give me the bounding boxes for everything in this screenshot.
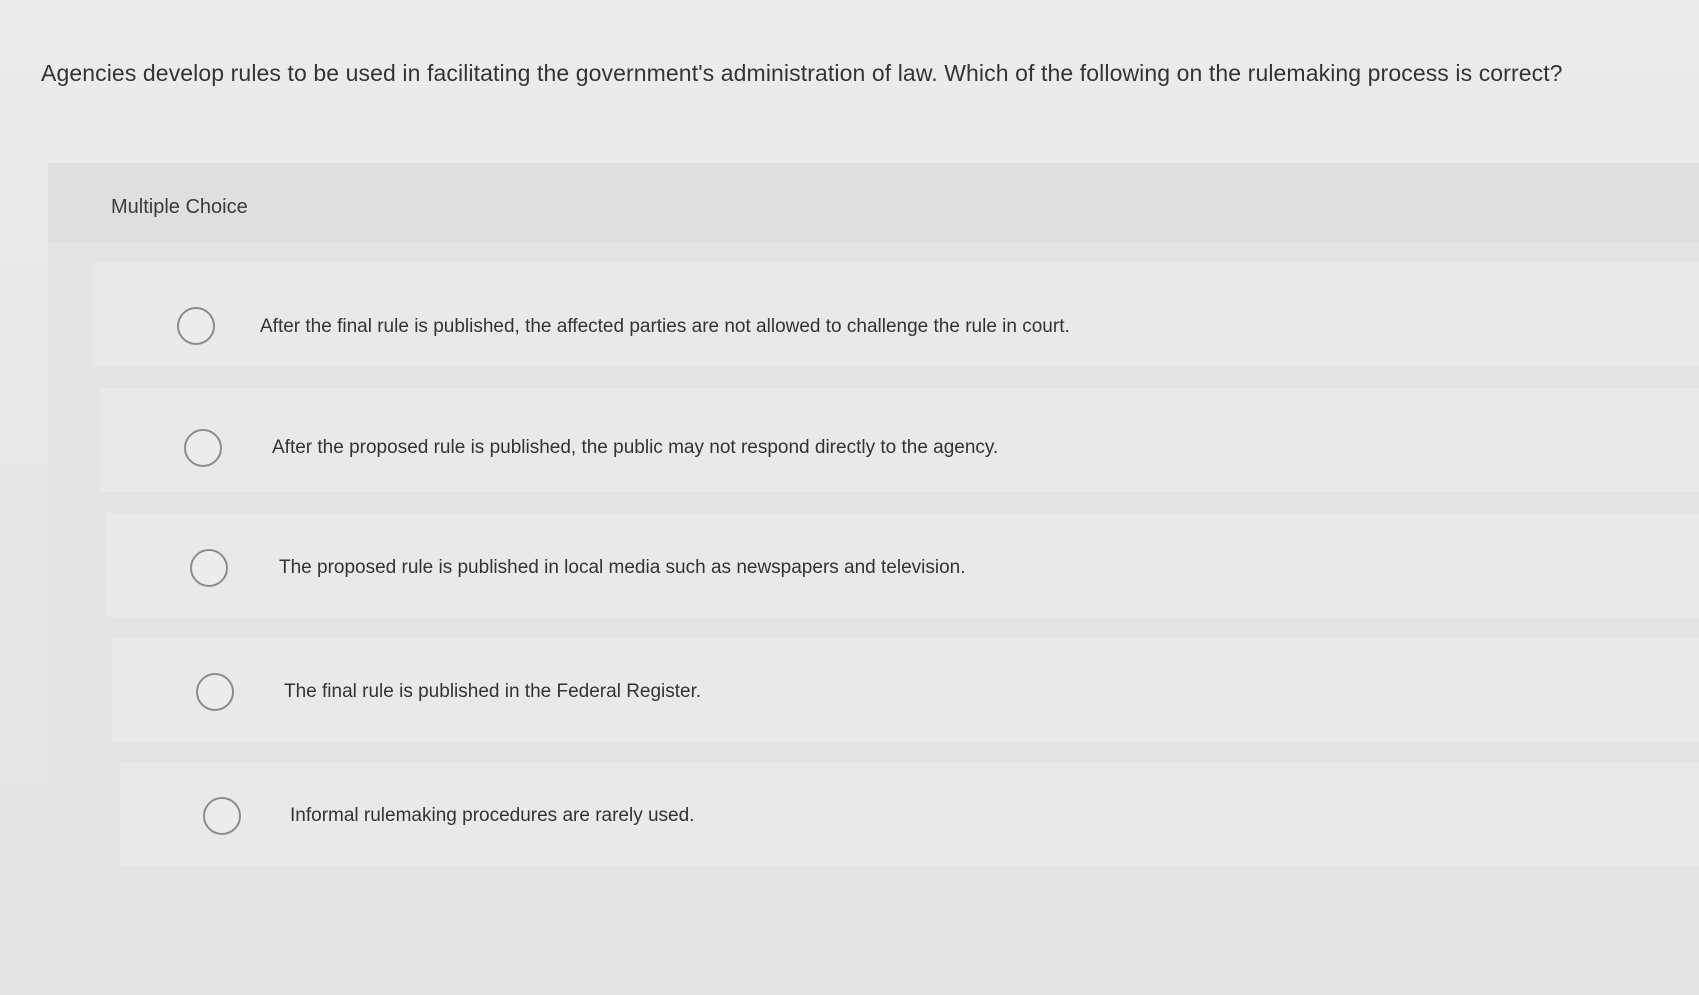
question-type-label: Multiple Choice (111, 196, 248, 218)
choice-list: After the final rule is published, the a… (48, 243, 1699, 963)
question-prompt: Agencies develop rules to be used in fac… (41, 60, 1563, 86)
answer-panel: Multiple Choice After the final rule is … (48, 163, 1699, 963)
radio-button-icon[interactable] (177, 307, 215, 345)
choice-label: The proposed rule is published in local … (279, 557, 966, 578)
panel-header: Multiple Choice (48, 163, 1699, 243)
radio-button-icon[interactable] (203, 797, 241, 835)
radio-button-icon[interactable] (190, 549, 228, 587)
choice-option-5[interactable]: Informal rulemaking procedures are rarel… (120, 763, 1699, 867)
quiz-page: Agencies develop rules to be used in fac… (0, 0, 1699, 995)
choice-label: The final rule is published in the Feder… (284, 681, 702, 702)
choice-option-2[interactable]: After the proposed rule is published, th… (100, 388, 1699, 492)
radio-button-icon[interactable] (196, 673, 234, 711)
choice-label: Informal rulemaking procedures are rarel… (290, 805, 695, 826)
choice-option-4[interactable]: The final rule is published in the Feder… (112, 638, 1699, 742)
radio-button-icon[interactable] (184, 429, 222, 467)
choice-label: After the proposed rule is published, th… (272, 437, 999, 458)
choice-label: After the final rule is published, the a… (260, 316, 1070, 337)
choice-option-3[interactable]: The proposed rule is published in local … (106, 513, 1699, 617)
choice-option-1[interactable]: After the final rule is published, the a… (92, 263, 1699, 367)
